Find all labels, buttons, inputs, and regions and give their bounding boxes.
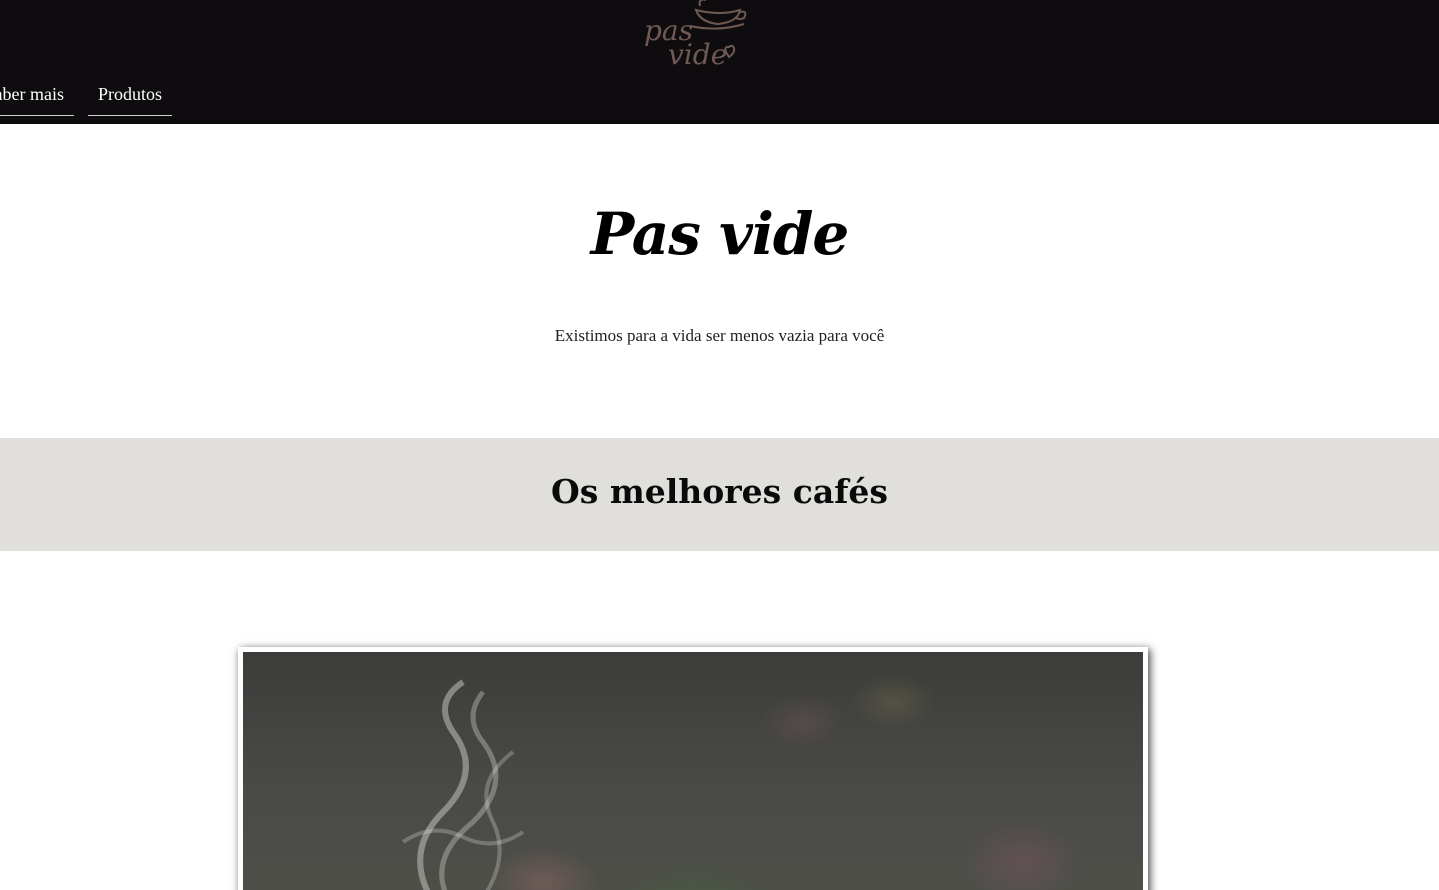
- steam-graphic: [401, 679, 525, 890]
- coffee-photo-frame: [238, 647, 1148, 890]
- band-title: Os melhores cafés: [551, 472, 888, 511]
- nav-link-saber-mais[interactable]: Saber mais: [0, 80, 74, 116]
- coffee-steam-image: [243, 652, 1143, 890]
- best-coffees-band: Os melhores cafés: [0, 438, 1439, 551]
- hero-title: Pas vide: [590, 200, 850, 268]
- site-header: pas vide Saber mais Produtos: [0, 0, 1439, 124]
- logo-text-line2: vide: [668, 38, 728, 71]
- nav-link-produtos[interactable]: Produtos: [88, 80, 172, 116]
- logo[interactable]: pas vide: [640, 0, 750, 75]
- hero-subtitle: Existimos para a vida ser menos vazia pa…: [554, 326, 885, 345]
- page: pas vide Saber mais Produtos Pas vide Ex…: [0, 0, 1439, 890]
